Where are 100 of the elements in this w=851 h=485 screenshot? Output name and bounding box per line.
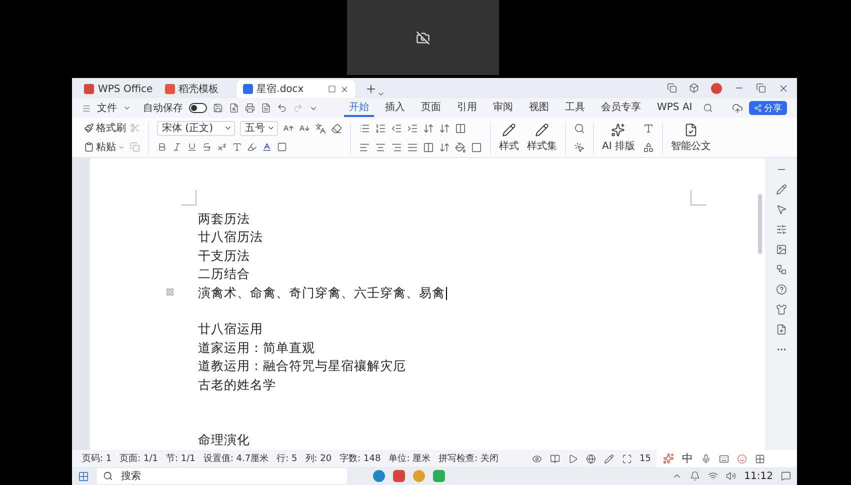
play-icon[interactable] — [568, 454, 578, 464]
distribute-icon[interactable] — [423, 142, 434, 152]
nodes-icon[interactable] — [776, 264, 786, 275]
line-spacing-icon[interactable] — [439, 142, 450, 152]
eye-icon[interactable] — [532, 454, 542, 464]
ribbon-tab[interactable]: 视图 — [524, 99, 554, 117]
strikethrough-icon[interactable] — [202, 142, 212, 152]
shapes-icon[interactable] — [642, 142, 654, 152]
search-field[interactable]: 搜索 — [97, 468, 347, 484]
paint-bucket-icon[interactable] — [455, 142, 466, 152]
text-direction-icon[interactable] — [423, 122, 434, 134]
style-sets-button[interactable]: 样式集 — [527, 122, 557, 152]
format-painter-button[interactable]: 格式刷 — [84, 121, 126, 135]
document-icon[interactable] — [261, 103, 271, 113]
close-icon[interactable] — [340, 84, 349, 94]
ribbon-tab[interactable]: 引用 — [452, 99, 482, 117]
font-shrink-icon[interactable] — [299, 122, 310, 134]
ribbon-tab[interactable]: 审阅 — [488, 99, 518, 117]
font-name-select[interactable]: 宋体 (正文) — [157, 120, 235, 136]
mic-icon[interactable] — [701, 454, 711, 464]
align-center-icon[interactable] — [375, 142, 386, 152]
ai-layout-button[interactable]: AI 排版 — [602, 122, 635, 152]
help-icon[interactable] — [776, 284, 786, 295]
page-view-icon[interactable] — [550, 454, 560, 464]
sliders-icon[interactable] — [776, 224, 786, 235]
print-icon[interactable] — [245, 103, 255, 113]
avatar[interactable] — [711, 82, 722, 94]
character-shading-icon[interactable] — [277, 142, 287, 152]
share-button[interactable]: 分享 — [749, 101, 787, 115]
superscript-icon[interactable] — [217, 142, 227, 152]
indent-decrease-icon[interactable] — [391, 122, 402, 134]
image-icon[interactable] — [776, 244, 786, 255]
menu-icon[interactable] — [82, 104, 91, 112]
cloud-upload-icon[interactable] — [732, 102, 743, 114]
grid-icon[interactable] — [755, 454, 765, 464]
columns-icon[interactable] — [455, 122, 466, 134]
ribbon-tab[interactable]: 工具 — [560, 99, 590, 117]
globe-icon[interactable] — [586, 454, 596, 464]
highlighter-icon[interactable] — [247, 142, 257, 152]
pointer-icon[interactable] — [776, 204, 786, 215]
font-size-select[interactable]: 五号 — [240, 120, 278, 136]
align-left-icon[interactable] — [359, 142, 370, 152]
paste-button[interactable]: 粘贴 — [84, 140, 126, 154]
restore-icon[interactable] — [756, 83, 766, 93]
keyboard-icon[interactable] — [719, 454, 729, 464]
indent-increase-icon[interactable] — [407, 122, 418, 134]
window-icon[interactable] — [667, 83, 677, 93]
border-icon[interactable] — [471, 142, 482, 152]
file-menu[interactable]: 文件 — [97, 101, 117, 115]
window-tab[interactable]: WPS Office — [78, 80, 159, 98]
ribbon-tab[interactable]: 插入 — [380, 99, 410, 117]
align-justify-icon[interactable] — [407, 142, 418, 152]
font-color-icon[interactable] — [262, 142, 272, 152]
ime-logo-icon[interactable] — [663, 453, 674, 464]
text-tools-icon[interactable] — [642, 122, 654, 134]
window-tab[interactable]: 星宿.docx — [236, 80, 355, 98]
wifi-icon[interactable] — [708, 471, 718, 481]
shirt-icon[interactable] — [776, 304, 786, 315]
phonetic-icon[interactable] — [315, 122, 326, 134]
file-plus-icon[interactable] — [776, 324, 786, 335]
browser-icon[interactable] — [373, 470, 385, 482]
ribbon-tab[interactable]: 会员专享 — [596, 99, 646, 117]
numbered-list-icon[interactable] — [375, 122, 386, 134]
select-icon[interactable] — [574, 142, 585, 152]
volume-icon[interactable] — [726, 471, 736, 481]
close-icon[interactable] — [778, 82, 789, 94]
align-right-icon[interactable] — [391, 142, 402, 152]
app-icon[interactable] — [393, 470, 405, 482]
smart-document-button[interactable]: 智能公文 — [670, 122, 711, 152]
start-icon[interactable] — [78, 470, 89, 482]
bold-icon[interactable] — [157, 142, 167, 152]
chevron-down-icon[interactable] — [376, 90, 385, 98]
font-grow-icon[interactable] — [283, 122, 294, 134]
fit-icon[interactable] — [622, 454, 632, 464]
chevron-down-icon[interactable] — [123, 104, 131, 112]
italic-icon[interactable] — [172, 142, 182, 152]
bell-icon[interactable] — [690, 471, 700, 481]
find-icon[interactable] — [574, 122, 585, 134]
ime-mode[interactable]: 中 — [682, 451, 693, 466]
smile-icon[interactable] — [737, 454, 747, 464]
pen-icon[interactable] — [776, 184, 786, 195]
underline-icon[interactable] — [187, 142, 197, 152]
eraser-icon[interactable] — [331, 122, 342, 134]
drag-handle-icon[interactable] — [166, 288, 174, 296]
undo-icon[interactable] — [277, 103, 287, 113]
scrollbar-thumb[interactable] — [758, 194, 762, 254]
pen-icon[interactable] — [604, 454, 614, 464]
window-tab[interactable]: 稻壳模板 — [158, 80, 237, 98]
zoom-level[interactable]: 15 — [640, 454, 651, 464]
file-search-icon[interactable] — [229, 103, 239, 113]
cube-icon[interactable] — [689, 83, 699, 93]
text-effect-icon[interactable] — [232, 142, 242, 152]
styles-button[interactable]: 样式 — [499, 122, 519, 152]
clock[interactable]: 11:12 — [744, 470, 773, 482]
ribbon-tab[interactable]: 页面 — [416, 99, 446, 117]
autosave-toggle[interactable] — [189, 103, 207, 113]
ribbon-tab[interactable]: WPS AI — [652, 99, 698, 117]
search-icon[interactable] — [703, 103, 714, 113]
sort-icon[interactable] — [439, 122, 450, 134]
save-icon[interactable] — [213, 103, 223, 113]
